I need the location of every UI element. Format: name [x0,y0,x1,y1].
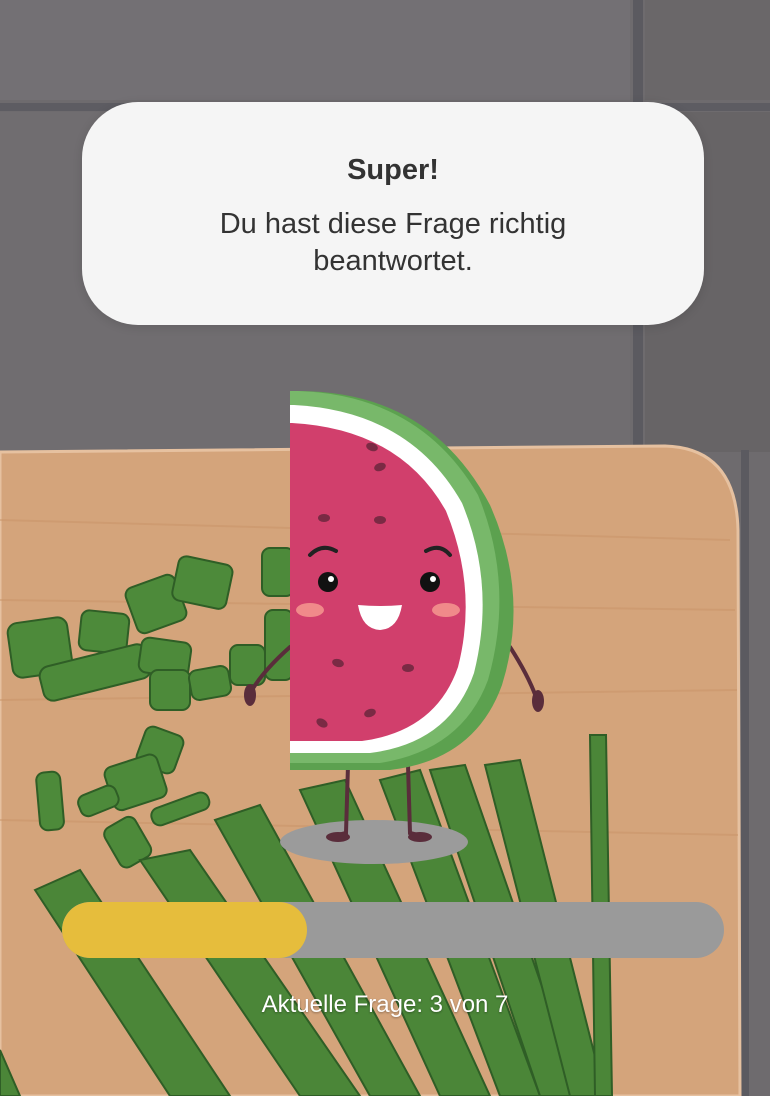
feedback-title: Super! [347,154,439,186]
question-counter: Aktuelle Frage: 3 von 7 [261,991,509,1018]
progress-bar [62,902,724,958]
progress-fill [62,902,307,958]
watermelon-mascot-icon [230,385,560,865]
feedback-card: Super! Du hast diese Frage richtig beant… [82,102,704,325]
feedback-message: Du hast diese Frage richtig beantwortet. [219,208,567,277]
